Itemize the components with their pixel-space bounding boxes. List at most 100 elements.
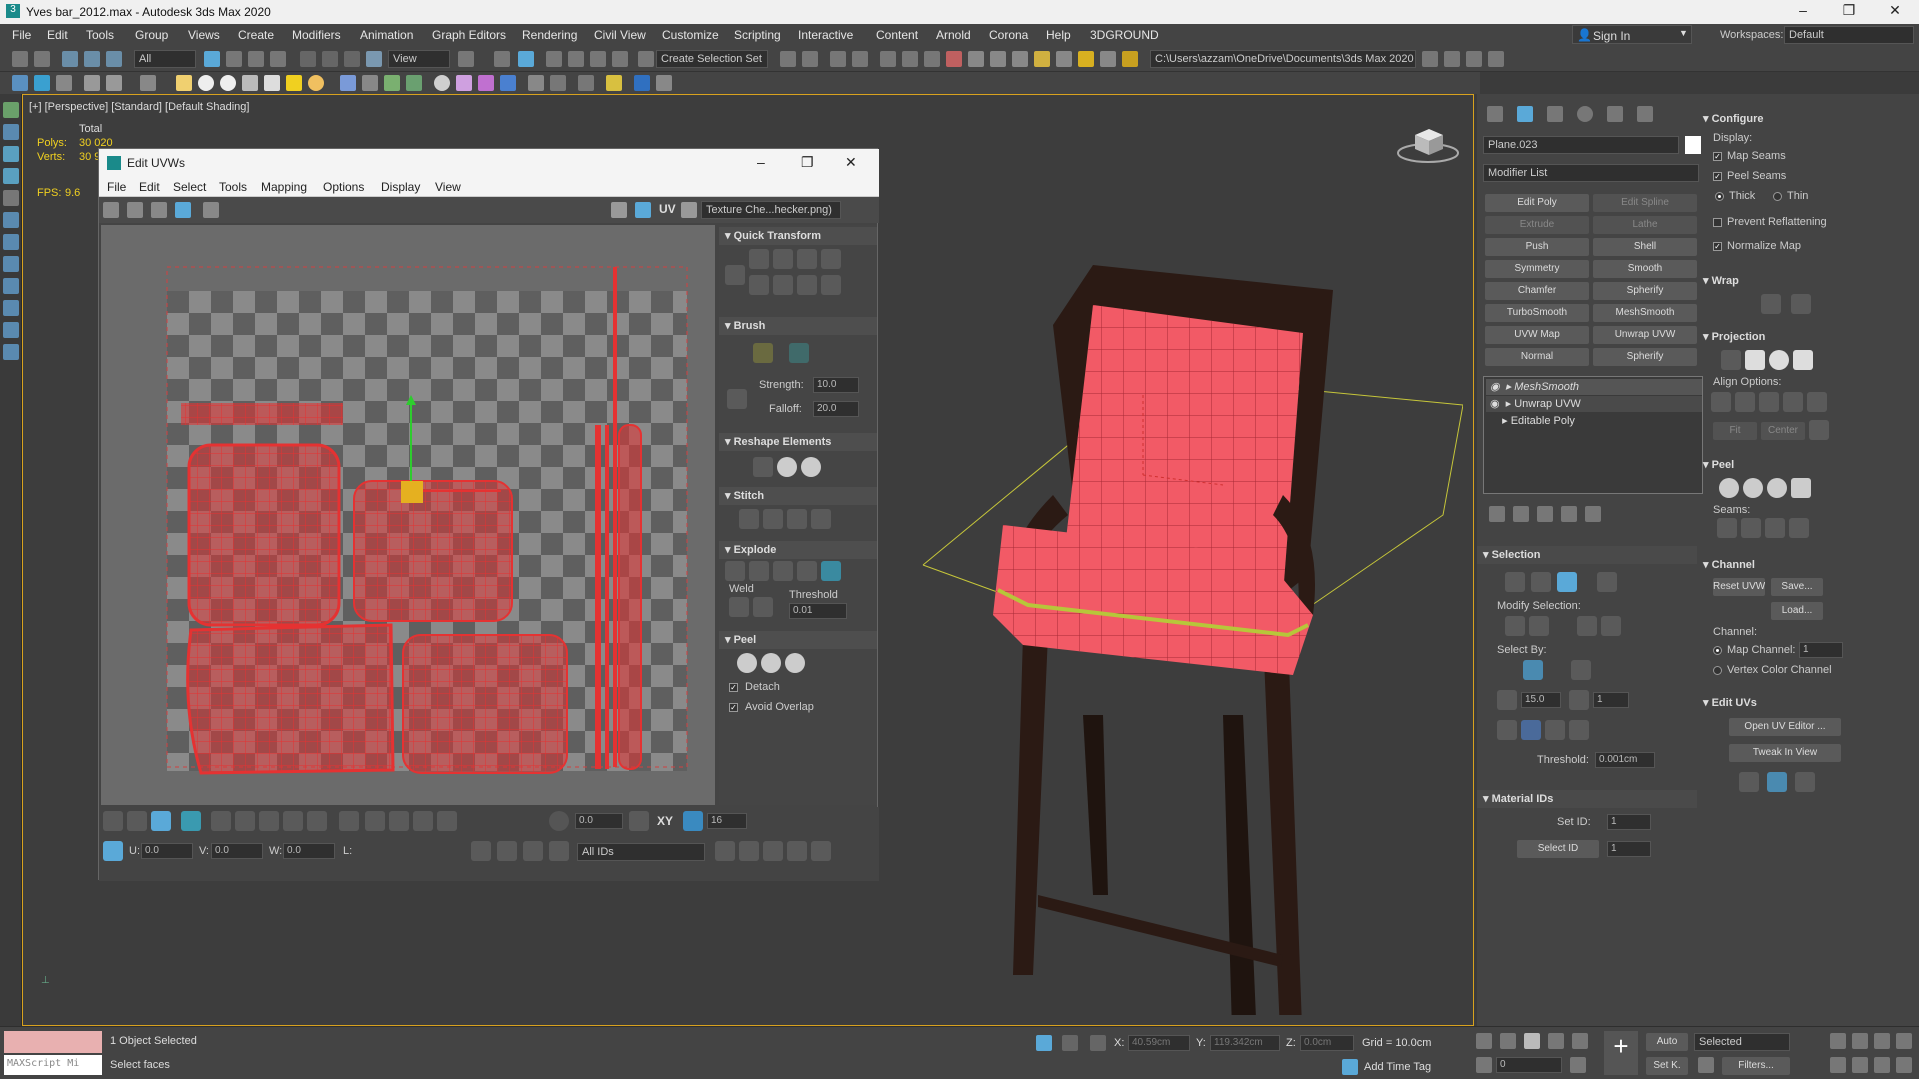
graphite-toolset-icon[interactable] bbox=[880, 51, 896, 67]
reset-projection-icon[interactable] bbox=[1809, 420, 1829, 440]
move-icon[interactable] bbox=[103, 202, 119, 218]
map-seams-checkbox[interactable]: ✓ bbox=[1713, 152, 1722, 161]
curve-editor-icon[interactable] bbox=[902, 51, 918, 67]
mirror-uv-icon[interactable] bbox=[203, 202, 219, 218]
placement-icon[interactable] bbox=[366, 51, 382, 67]
cylindrical-map-icon[interactable] bbox=[1745, 350, 1765, 370]
maximize-viewport-icon[interactable] bbox=[1896, 1057, 1912, 1073]
menu-corona[interactable]: Corona bbox=[989, 28, 1028, 42]
menu-views[interactable]: Views bbox=[188, 28, 220, 42]
mod-btn-uvw-map[interactable]: UVW Map bbox=[1485, 326, 1589, 344]
modeling-tool-icon[interactable] bbox=[3, 278, 19, 294]
u-spinner[interactable]: 0.0 bbox=[141, 843, 193, 859]
best-align-icon[interactable] bbox=[1783, 392, 1803, 412]
menu-civil-view[interactable]: Civil View bbox=[594, 28, 646, 42]
align-x-icon[interactable] bbox=[1711, 392, 1731, 412]
sign-in-dropdown[interactable]: 👤 Sign In ▼ bbox=[1572, 25, 1692, 44]
configure-modifier-sets-icon[interactable] bbox=[1585, 506, 1601, 522]
show-end-result-icon[interactable] bbox=[1513, 506, 1529, 522]
peel-header[interactable]: ▾ Peel bbox=[719, 631, 877, 649]
zoom-viewport-icon[interactable] bbox=[1830, 1033, 1846, 1049]
create-tab-icon[interactable] bbox=[1487, 106, 1503, 122]
v-spinner[interactable]: 0.0 bbox=[211, 843, 263, 859]
mod-btn-push[interactable]: Push bbox=[1485, 238, 1589, 256]
set-key-button[interactable]: Set K. bbox=[1646, 1057, 1688, 1075]
z-coord-field[interactable]: 0.0cm bbox=[1300, 1035, 1354, 1051]
spline-icon[interactable] bbox=[362, 75, 378, 91]
vertex-mode-icon[interactable] bbox=[103, 811, 123, 831]
fb-icon[interactable] bbox=[634, 75, 650, 91]
make-unique-icon[interactable] bbox=[1537, 506, 1553, 522]
select-by-element-icon[interactable] bbox=[1523, 660, 1543, 680]
zoom-extents-icon[interactable] bbox=[787, 841, 807, 861]
absolute-mode-icon[interactable] bbox=[1090, 1035, 1106, 1051]
project-folder-icon[interactable] bbox=[1422, 51, 1438, 67]
loop-select-icon[interactable] bbox=[1577, 616, 1597, 636]
brush-header[interactable]: ▾ Brush bbox=[719, 317, 877, 335]
menu-edit[interactable]: Edit bbox=[47, 28, 68, 42]
render-setup-icon[interactable] bbox=[968, 51, 984, 67]
cone-icon[interactable] bbox=[264, 75, 280, 91]
viewcube[interactable] bbox=[1393, 121, 1463, 167]
point-to-point-seam-icon[interactable] bbox=[389, 811, 409, 831]
object-name-field[interactable]: Plane.023 bbox=[1483, 136, 1679, 154]
expand-seams-icon[interactable] bbox=[1789, 518, 1809, 538]
spinner-snap-icon[interactable] bbox=[612, 51, 628, 67]
play-icon[interactable] bbox=[1524, 1033, 1540, 1049]
proxy-icon[interactable] bbox=[528, 75, 544, 91]
stack-item-meshsmooth[interactable]: ◉ ▸ MeshSmooth bbox=[1486, 379, 1702, 395]
grid-snap-icon[interactable] bbox=[683, 811, 703, 831]
vertex-subobject-icon[interactable] bbox=[1505, 572, 1525, 592]
remove-modifier-icon[interactable] bbox=[1561, 506, 1577, 522]
weld-selected-icon[interactable] bbox=[729, 597, 749, 617]
map-channel-radio[interactable] bbox=[1713, 646, 1722, 655]
rendered-frame-window-icon[interactable] bbox=[990, 51, 1006, 67]
edit-seams-icon[interactable] bbox=[1717, 518, 1737, 538]
layers-icon[interactable] bbox=[56, 75, 72, 91]
reset-peel-icon[interactable] bbox=[785, 653, 805, 673]
linear-align-icon[interactable] bbox=[773, 275, 793, 295]
shrink-icon[interactable] bbox=[1529, 616, 1549, 636]
help-icon[interactable] bbox=[550, 75, 566, 91]
maxscript-listener[interactable]: MAXScript Mi bbox=[4, 1055, 102, 1075]
falloff-spinner[interactable]: 20.0 bbox=[813, 401, 859, 417]
space-horizontal-icon[interactable] bbox=[821, 249, 841, 269]
thick-radio[interactable] bbox=[1715, 192, 1724, 201]
select-id-button[interactable]: Select ID bbox=[1517, 840, 1599, 858]
y-coord-field[interactable]: 119.342cm bbox=[1210, 1035, 1280, 1051]
uv-channel-label[interactable]: UV bbox=[659, 202, 676, 216]
key-filter-dropdown[interactable]: Selected bbox=[1694, 1033, 1790, 1051]
select-x-axis-icon[interactable] bbox=[1521, 720, 1541, 740]
chair-model[interactable] bbox=[903, 195, 1463, 1015]
scissors-icon[interactable] bbox=[1122, 51, 1138, 67]
create-tool-icon[interactable] bbox=[3, 102, 19, 118]
grow-icon[interactable] bbox=[1505, 616, 1525, 636]
paint-pin-icon[interactable] bbox=[789, 343, 809, 363]
center-button[interactable]: Center bbox=[1761, 422, 1805, 440]
polygon-subobject-icon[interactable] bbox=[1557, 572, 1577, 592]
smoothing-spinner[interactable]: 1 bbox=[1593, 692, 1629, 708]
percent-snap-icon[interactable] bbox=[590, 51, 606, 67]
stitch-header[interactable]: ▾ Stitch bbox=[719, 487, 877, 505]
edge-mode-icon[interactable] bbox=[127, 811, 147, 831]
quick-transform-header[interactable]: ▾ Quick Transform bbox=[719, 227, 877, 245]
w-spinner[interactable]: 0.0 bbox=[283, 843, 335, 859]
menu-graph-editors[interactable]: Graph Editors bbox=[432, 28, 506, 42]
loop-icon[interactable] bbox=[259, 811, 279, 831]
align-y-icon[interactable] bbox=[1735, 392, 1755, 412]
a360-gallery-icon[interactable] bbox=[1100, 51, 1116, 67]
mod-btn-meshsmooth[interactable]: MeshSmooth bbox=[1593, 304, 1697, 322]
light-icon[interactable] bbox=[286, 75, 302, 91]
mod-btn-symmetry[interactable]: Symmetry bbox=[1485, 260, 1589, 278]
uv-menu-tools[interactable]: Tools bbox=[219, 180, 247, 194]
motion-tool-icon[interactable] bbox=[3, 300, 19, 316]
break-icon[interactable] bbox=[821, 561, 841, 581]
uv-menu-edit[interactable]: Edit bbox=[139, 180, 160, 194]
field-of-view-icon[interactable] bbox=[1830, 1057, 1846, 1073]
select-scale-icon[interactable] bbox=[344, 51, 360, 67]
view-align-icon[interactable] bbox=[1807, 392, 1827, 412]
layer-explorer-icon[interactable] bbox=[852, 51, 868, 67]
hide-icon[interactable] bbox=[84, 75, 100, 91]
normalize-map-checkbox[interactable]: ✓ bbox=[1713, 242, 1722, 251]
show-grid-icon[interactable] bbox=[611, 202, 627, 218]
